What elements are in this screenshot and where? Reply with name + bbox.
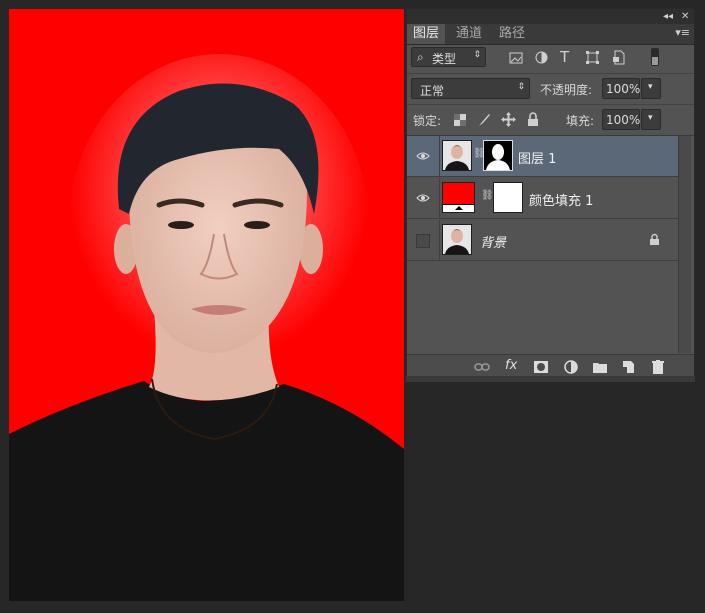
image-filter-icon[interactable] <box>509 52 523 64</box>
adjustment-filter-icon[interactable] <box>535 51 548 64</box>
trash-icon[interactable] <box>650 359 666 375</box>
blend-mode-value: 正常 <box>420 84 445 98</box>
filter-row: ⌕ 类型 ⇕ T <box>407 45 694 74</box>
smart-object-filter-icon[interactable] <box>612 50 625 65</box>
adjustment-layer-icon[interactable] <box>563 359 579 375</box>
tab-channels[interactable]: 通道 <box>450 24 488 44</box>
tab-paths[interactable]: 路径 <box>493 24 531 44</box>
layer-row-color-fill[interactable]: ⛓ 颜色填充 1 <box>407 178 678 219</box>
layers-panel: ◂◂ ✕ 图层 通道 路径 ▾≡ ⌕ 类型 ⇕ T 正常 ⇕ 不透明度: 100… <box>406 8 695 380</box>
lock-icon <box>650 233 659 245</box>
fill-layer-thumbnail[interactable] <box>442 182 475 213</box>
lock-move-icon[interactable] <box>501 112 516 127</box>
fill-value: 100% <box>606 113 641 127</box>
fill-label: 填充: <box>566 114 595 128</box>
shape-filter-icon[interactable] <box>586 51 599 64</box>
lock-all-icon[interactable] <box>527 112 539 127</box>
type-filter-icon[interactable]: T <box>560 48 569 66</box>
layer-name[interactable]: 颜色填充 1 <box>529 190 593 209</box>
search-icon: ⌕ <box>417 50 424 64</box>
visibility-off-box[interactable] <box>416 234 430 248</box>
blend-row: 正常 ⇕ 不透明度: 100% ▾ <box>407 74 694 105</box>
chevron-down-icon: ▾ <box>648 82 653 92</box>
panel-menu-button[interactable]: ▾≡ <box>675 26 690 39</box>
filter-kind-label: 类型 <box>432 52 457 66</box>
add-mask-icon[interactable] <box>533 359 549 375</box>
layer-mask-thumbnail[interactable] <box>493 182 523 213</box>
close-panel-button[interactable]: ✕ <box>681 10 689 23</box>
opacity-dropdown-button[interactable]: ▾ <box>641 78 661 99</box>
layer-name[interactable]: 图层 1 <box>518 148 556 167</box>
layer-thumbnail[interactable] <box>442 224 472 255</box>
link-layers-icon[interactable] <box>474 359 490 375</box>
filter-toggle-icon[interactable] <box>651 48 659 66</box>
panel-tabs: 图层 通道 路径 ▾≡ <box>407 24 694 45</box>
spinner-arrows-icon: ⇕ <box>517 82 525 92</box>
panel-title-bar: ◂◂ ✕ <box>407 9 694 24</box>
layers-scrollbar[interactable] <box>678 136 691 353</box>
chevron-down-icon: ▾ <box>648 113 653 123</box>
document-canvas[interactable] <box>9 9 404 601</box>
layer-mask-thumbnail[interactable] <box>483 140 513 171</box>
lock-row: 锁定: 填充: 100% ▾ <box>407 105 694 136</box>
group-folder-icon[interactable] <box>592 359 608 375</box>
layer-row-background[interactable]: 背景 <box>407 220 678 261</box>
fill-input[interactable]: 100% <box>602 109 640 130</box>
layer-name[interactable]: 背景 <box>480 232 506 251</box>
chain-link-icon[interactable]: ⛓ <box>481 190 494 201</box>
spinner-arrows-icon: ⇕ <box>473 50 481 60</box>
layer-row-layer1[interactable]: ⛓ 图层 1 <box>407 136 678 177</box>
portrait-photo <box>9 9 404 601</box>
collapse-panel-button[interactable]: ◂◂ <box>663 10 673 23</box>
tab-layers[interactable]: 图层 <box>407 24 446 44</box>
visibility-eye-icon[interactable] <box>416 191 430 205</box>
filter-kind-select[interactable]: ⌕ 类型 ⇕ <box>411 47 486 67</box>
opacity-value: 100% <box>606 82 641 96</box>
panel-resize-handle[interactable] <box>406 376 695 382</box>
lock-label: 锁定: <box>413 114 442 128</box>
layer-thumbnail[interactable] <box>442 140 472 171</box>
blend-mode-select[interactable]: 正常 ⇕ <box>411 78 530 99</box>
lock-paint-icon[interactable] <box>477 113 491 127</box>
opacity-label: 不透明度: <box>540 83 593 97</box>
new-layer-icon[interactable] <box>620 359 636 375</box>
visibility-eye-icon[interactable] <box>416 149 430 163</box>
fill-dropdown-button[interactable]: ▾ <box>641 109 661 130</box>
fx-icon[interactable]: fx <box>505 358 517 373</box>
lock-transparent-icon[interactable] <box>454 114 466 126</box>
opacity-input[interactable]: 100% <box>602 78 640 99</box>
